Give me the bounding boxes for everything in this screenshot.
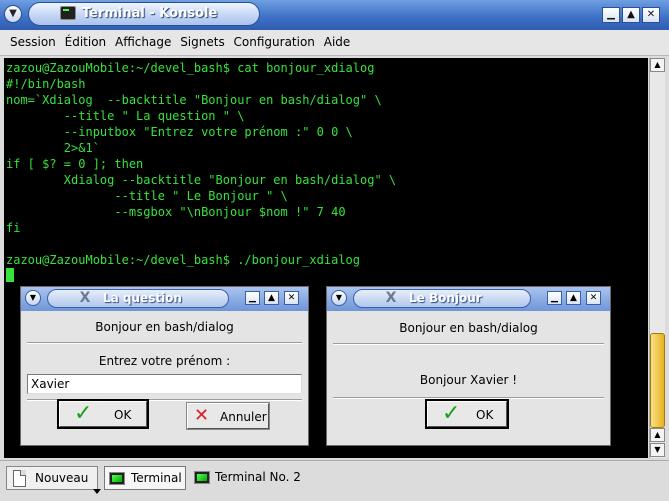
dialog-close-button[interactable]: ✕ [586,291,601,305]
window-title: Terminal - Konsole [82,6,218,21]
minimize-button[interactable]: ▁ [602,7,620,23]
menu-signets[interactable]: Signets [170,30,225,54]
dialog-minimize-button[interactable]: ▁ [245,291,260,305]
dialog-menu-button[interactable]: ▼ [25,290,41,306]
terminal-line: --title " La question " \ [6,109,245,123]
bonjour-message: Bonjour Xavier ! [419,373,518,387]
window-menu-button[interactable]: ▼ [4,5,22,23]
dialog-bonjour-titlebar[interactable]: ▼ X Le Bonjour ▁ ▲ ✕ [327,287,610,311]
terminal-line: zazou@ZazouMobile:~/devel_bash$ cat bonj… [6,61,375,75]
dialog-question: ▼ X La question ▁ ▲ ✕ Bonjour en bash/di… [20,286,309,446]
terminal-line: nom=`Xdialog --backtitle "Bonjour en bas… [6,93,382,107]
session-tabbar: Nouveau Terminal Terminal No. 2 [0,460,669,501]
terminal-line: fi [6,221,21,235]
dialog-separator [333,343,604,345]
cancel-button-label: Annuler [220,410,267,424]
x-logo-icon: X [385,290,397,306]
checkmark-icon: ✓ [442,401,461,426]
maximize-button[interactable]: ▲ [622,7,640,23]
terminal-output: zazou@ZazouMobile:~/devel_bash$ cat bonj… [6,60,396,284]
ok-button-label: OK [114,408,132,422]
dialog-question-titlebar[interactable]: ▼ X La question ▁ ▲ ✕ [21,287,308,311]
menu-session[interactable]: Session [0,30,56,54]
terminal-line: if [ $? = 0 ]; then [6,157,144,171]
dialog-menu-button[interactable]: ▼ [331,290,347,306]
scroll-up-arrow-icon[interactable]: ▲ [650,428,665,442]
cross-icon: ✕ [194,405,210,426]
dialog-close-button[interactable]: ✕ [284,291,299,305]
tab-terminal-label: Terminal [131,471,182,485]
dialog-bonjour: ▼ X Le Bonjour ▁ ▲ ✕ Bonjour en bash/dia… [326,286,611,446]
close-button[interactable]: ✕ [642,7,660,23]
ok-button[interactable]: ✓ OK [57,399,149,429]
menu-affichage[interactable]: Affichage [105,30,171,54]
dropdown-arrow-icon[interactable] [93,489,101,494]
dialog-question-title: La question [103,291,182,305]
x-logo-icon: X [79,290,91,306]
new-session-button[interactable]: Nouveau [6,466,101,494]
ok-button[interactable]: ✓ OK [425,399,509,429]
menubar: Session Édition Affichage Signets Config… [0,30,669,56]
scroll-up-arrow-icon[interactable]: ▲ [650,58,665,72]
tab-terminal-2-label: Terminal No. 2 [215,470,301,484]
konsole-icon [60,6,76,20]
cancel-button[interactable]: ✕ Annuler [186,402,270,430]
ok-button-label: OK [476,408,494,422]
terminal-line: zazou@ZazouMobile:~/devel_bash$ ./bonjou… [6,253,361,267]
dialog-separator [333,397,604,399]
new-session-label: Nouveau [35,471,89,485]
scroll-thumb[interactable] [650,333,665,428]
terminal-line: Xdialog --backtitle "Bonjour en bash/dia… [6,173,397,187]
terminal-line: #!/bin/bash [6,77,86,91]
menu-configuration[interactable]: Configuration [224,30,315,54]
menu-edition[interactable]: Édition [55,30,107,54]
tab-terminal-2[interactable]: Terminal No. 2 [190,466,310,490]
terminal-tab-icon [109,472,125,485]
terminal-scrollbar[interactable]: ▲ ▲ ▼ [649,58,665,458]
dialog-separator [27,342,302,344]
window-titlebar[interactable]: ▼ Terminal - Konsole ▁ ▲ ✕ [0,0,669,30]
dialog-prompt: Entrez votre prénom : [98,354,231,368]
dialog-bonjour-title: Le Bonjour [409,291,482,305]
terminal-line: --title " Le Bonjour " \ [6,189,288,203]
dialog-maximize-button[interactable]: ▲ [566,291,581,305]
checkmark-icon: ✓ [74,401,93,426]
dialog-maximize-button[interactable]: ▲ [264,291,279,305]
dialog-backtitle: Bonjour en bash/dialog [399,321,538,335]
terminal-tab-icon [194,471,210,484]
tab-terminal[interactable]: Terminal [104,466,186,490]
scroll-down-arrow-icon[interactable]: ▼ [650,443,665,457]
dialog-backtitle: Bonjour en bash/dialog [95,320,234,334]
terminal-line: 2>&1` [6,141,100,155]
dialog-minimize-button[interactable]: ▁ [547,291,562,305]
name-input[interactable]: Xavier [27,374,302,394]
menu-aide[interactable]: Aide [314,30,351,54]
new-document-icon [13,470,26,487]
terminal-line: --inputbox "Entrez votre prénom :" 0 0 \ [6,125,353,139]
terminal-line: --msgbox "\nBonjour $nom !" 7 40 [6,205,346,219]
terminal-cursor [6,268,14,282]
